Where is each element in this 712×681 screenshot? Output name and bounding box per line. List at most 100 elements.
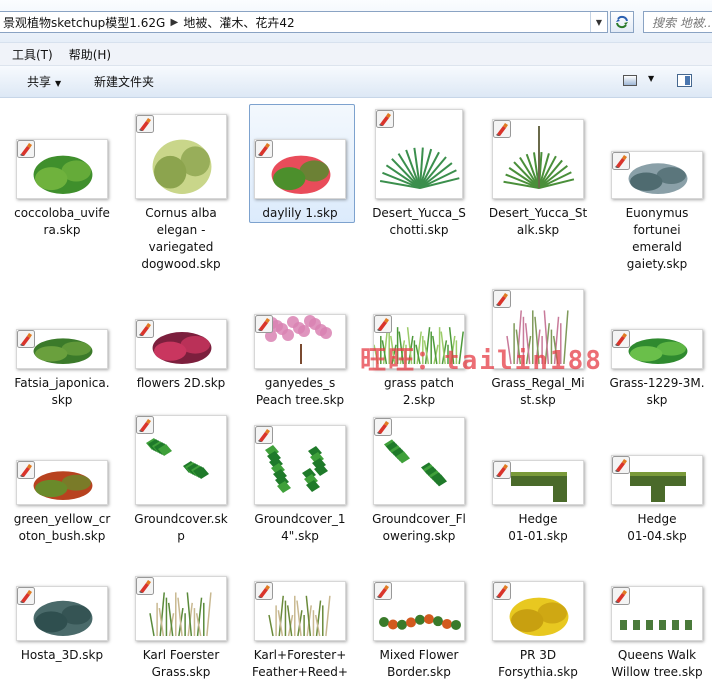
file-name-line: green_yellow_cr — [13, 512, 111, 526]
file-name[interactable]: Euonymus fortunei emerald gaiety.skp — [601, 205, 712, 273]
file-name-line: 01-01.skp — [508, 529, 568, 543]
file-thumbnail[interactable] — [16, 460, 108, 505]
file-name-line: Groundcover_1 — [254, 512, 346, 526]
file-name-line: skp — [51, 393, 73, 407]
file-name-line: skp — [646, 393, 668, 407]
address-bar[interactable]: 景观植物sketchup模型1.62G ▶ 地被、灌木、花卉42 ▼ — [0, 11, 608, 33]
file-name[interactable]: Groundcover.sk p — [125, 511, 237, 545]
file-name-line: Border.skp — [387, 665, 451, 679]
share-button[interactable]: 共享 ▼ — [27, 73, 61, 90]
file-name[interactable]: Hedge 01-04.skp — [601, 511, 712, 545]
preview-pane-icon[interactable] — [677, 74, 692, 87]
sketchup-file-icon — [17, 461, 35, 479]
file-thumbnail[interactable] — [373, 581, 465, 641]
share-label: 共享 — [27, 75, 52, 89]
file-name-line: 2.skp — [402, 393, 436, 407]
file-name-line: PR 3D — [519, 648, 557, 662]
file-name[interactable]: grass patch 2.skp — [363, 375, 475, 409]
file-name[interactable]: Fatsia_japonica. skp — [6, 375, 118, 409]
file-name-line: Cornus alba — [145, 206, 217, 220]
file-name-line: Grass_Regal_Mi — [491, 376, 585, 390]
file-thumbnail[interactable] — [254, 425, 346, 505]
file-name-line: Groundcover.sk — [134, 512, 228, 526]
file-name[interactable]: Grass-1229-3M. skp — [601, 375, 712, 409]
file-name[interactable]: coccoloba_uvife ra.skp — [6, 205, 118, 239]
file-name-line: coccoloba_uvife — [14, 206, 110, 220]
file-thumbnail[interactable] — [373, 417, 465, 505]
file-name-line: elegan - — [156, 223, 206, 237]
sketchup-file-icon — [17, 140, 35, 158]
file-name[interactable]: Hedge 01-01.skp — [482, 511, 594, 545]
file-thumbnail[interactable] — [254, 139, 346, 199]
file-thumbnail[interactable] — [254, 581, 346, 641]
sketchup-file-icon — [374, 418, 392, 436]
sketchup-file-icon — [255, 140, 273, 158]
address-dropdown-icon[interactable]: ▼ — [590, 12, 607, 32]
refresh-button[interactable] — [610, 11, 634, 33]
file-thumbnail[interactable] — [611, 586, 703, 641]
file-name[interactable]: daylily 1.skp — [244, 205, 356, 222]
file-name-line: p — [177, 529, 185, 543]
breadcrumb-root[interactable]: 景观植物sketchup模型1.62G — [0, 14, 169, 31]
sketchup-file-icon — [612, 456, 630, 474]
file-thumbnail[interactable] — [135, 576, 227, 641]
file-name-line: variegated — [148, 240, 214, 254]
refresh-icon — [616, 15, 628, 29]
sketchup-file-icon — [255, 315, 273, 333]
file-thumbnail[interactable] — [16, 329, 108, 369]
file-name-line: Desert_Yucca_St — [488, 206, 588, 220]
file-thumbnail[interactable] — [492, 460, 584, 505]
file-name-line: Hedge — [518, 512, 558, 526]
file-name-line: flowers 2D.skp — [136, 376, 226, 390]
view-icon[interactable] — [623, 75, 637, 86]
new-folder-button[interactable]: 新建文件夹 — [94, 73, 154, 90]
file-name-line: grass patch — [383, 376, 455, 390]
file-name[interactable]: Groundcover_Fl owering.skp — [363, 511, 475, 545]
file-thumbnail[interactable] — [492, 581, 584, 641]
search-input[interactable]: 搜索 地被... — [643, 11, 712, 33]
file-name-line: chotti.skp — [389, 223, 449, 237]
file-name-line: Groundcover_Fl — [372, 512, 466, 526]
sketchup-file-icon — [374, 582, 392, 600]
file-thumbnail[interactable] — [611, 455, 703, 505]
menu-tools[interactable]: 工具(T) — [0, 46, 53, 63]
file-thumbnail[interactable] — [16, 139, 108, 199]
sketchup-file-icon — [255, 426, 273, 444]
file-thumbnail[interactable] — [375, 109, 463, 199]
breadcrumb-separator-icon[interactable]: ▶ — [169, 17, 179, 28]
file-thumbnail[interactable] — [492, 119, 584, 199]
file-thumbnail[interactable] — [611, 329, 703, 369]
menu-help[interactable]: 帮助(H) — [57, 46, 111, 63]
sketchup-file-icon — [255, 582, 273, 600]
file-name[interactable]: green_yellow_cr oton_bush.skp — [6, 511, 118, 545]
chevron-down-icon: ▼ — [55, 79, 62, 88]
file-name[interactable]: ganyedes_s Peach tree.skp — [244, 375, 356, 409]
sketchup-file-icon — [493, 120, 511, 138]
file-name-line: 01-04.skp — [627, 529, 687, 543]
file-thumbnail[interactable] — [611, 151, 703, 199]
file-thumbnail[interactable] — [135, 319, 227, 369]
file-name[interactable]: Cornus alba elegan - variegated dogwood.skp — [125, 205, 237, 273]
file-name[interactable]: flowers 2D.skp — [125, 375, 237, 392]
file-thumbnail[interactable] — [16, 586, 108, 641]
file-thumbnail[interactable] — [254, 314, 346, 369]
sketchup-file-icon — [493, 461, 511, 479]
breadcrumb-current[interactable]: 地被、灌木、花卉42 — [179, 14, 298, 31]
file-name[interactable]: Desert_Yucca_S chotti.skp — [363, 205, 475, 239]
file-name-line: Peach tree.skp — [255, 393, 345, 407]
file-thumbnail[interactable] — [135, 114, 227, 199]
command-bar: 共享 ▼ 新建文件夹 ▼ — [0, 66, 712, 98]
file-thumbnail[interactable] — [135, 415, 227, 505]
file-name-line: fortunei — [633, 223, 681, 237]
file-name[interactable]: Hosta_3D.skp — [6, 647, 118, 664]
sketchup-file-icon — [136, 320, 154, 338]
file-name[interactable]: Grass_Regal_Mi st.skp — [482, 375, 594, 409]
file-name-line: alk.skp — [516, 223, 560, 237]
file-name-line: emerald — [632, 240, 682, 254]
view-dropdown-icon[interactable]: ▼ — [648, 74, 654, 83]
file-name-line: 4".skp — [281, 529, 319, 543]
file-name[interactable]: Groundcover_1 4".skp — [244, 511, 356, 545]
sketchup-file-icon — [612, 152, 630, 170]
file-name[interactable]: Desert_Yucca_St alk.skp — [482, 205, 594, 239]
file-name-line: oton_bush.skp — [18, 529, 106, 543]
